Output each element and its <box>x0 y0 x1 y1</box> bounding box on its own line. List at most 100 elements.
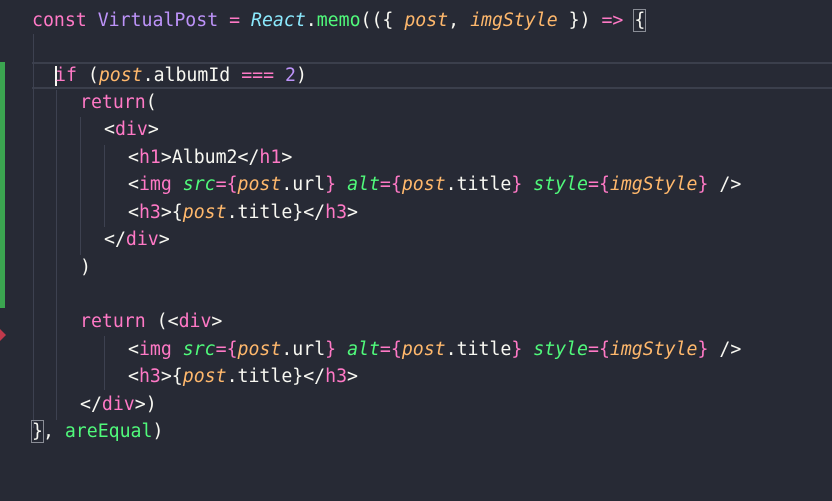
punctuation: . <box>305 10 317 31</box>
punctuation: ={ <box>588 339 610 360</box>
code-line-6: <h1>Album2</h1> <box>0 144 832 172</box>
tag: h3 <box>138 202 161 223</box>
code-line-7: <img src={post.url} alt={post.title} sty… <box>0 171 832 199</box>
tag: div <box>114 119 148 140</box>
tag: h1 <box>138 147 161 168</box>
property: .title <box>226 366 293 387</box>
code-line-1: const VirtualPost = React.memo(({ post, … <box>0 7 832 35</box>
punctuation: > <box>158 229 170 250</box>
tag: img <box>138 339 172 360</box>
param: post <box>404 10 449 31</box>
punctuation: }</ <box>292 202 326 223</box>
text: >Album2</ <box>160 147 260 168</box>
property: .url <box>281 174 326 195</box>
punctuation: } <box>697 339 709 360</box>
punctuation: ={ <box>379 174 402 195</box>
punctuation: ( <box>145 92 157 113</box>
punctuation: } <box>511 339 523 360</box>
punctuation: < <box>128 174 139 195</box>
punctuation: > <box>347 366 358 387</box>
param: post <box>237 174 282 195</box>
punctuation: > <box>347 202 358 223</box>
attribute: style <box>533 174 588 195</box>
tag: div <box>178 311 212 332</box>
code-line-4: return( <box>0 89 832 117</box>
property: .albumId <box>142 65 231 86</box>
punctuation: ={ <box>588 174 610 195</box>
tag: div <box>125 229 159 250</box>
punctuation: ={ <box>215 174 238 195</box>
identifier: areEqual <box>64 421 153 442</box>
punctuation: > <box>147 119 159 140</box>
punctuation: } <box>325 339 337 360</box>
param: post <box>182 366 227 387</box>
punctuation: }</ <box>292 366 326 387</box>
param: imgStyle <box>609 174 698 195</box>
code-line-16: }, areEqual) <box>0 418 832 446</box>
punctuation: < <box>128 366 139 387</box>
attribute: src <box>182 339 216 360</box>
operator: => <box>601 10 624 31</box>
punctuation: >{ <box>160 202 183 223</box>
punctuation: ={ <box>215 339 238 360</box>
param: post <box>237 339 282 360</box>
code-line-14: <h3>{post.title}</h3> <box>0 363 832 391</box>
code-line-8: <h3>{post.title}</h3> <box>0 199 832 227</box>
punctuation: } <box>325 174 337 195</box>
matching-bracket: } <box>31 420 44 443</box>
punctuation: (({ <box>360 10 394 31</box>
keyword: return <box>80 92 146 113</box>
punctuation: } <box>511 174 523 195</box>
code-line-5: <div> <box>0 116 832 144</box>
property: .title <box>445 174 512 195</box>
param: post <box>182 202 227 223</box>
punctuation: < <box>104 119 115 140</box>
punctuation: < <box>128 147 139 168</box>
code-line-15: </div>) <box>0 391 832 419</box>
punctuation: , <box>448 10 460 31</box>
tag: h3 <box>325 202 348 223</box>
keyword: if <box>55 65 77 86</box>
code-line-13: <img src={post.url} alt={post.title} sty… <box>0 336 832 364</box>
tag: div <box>101 394 135 415</box>
identifier: React <box>251 10 306 31</box>
punctuation: } <box>697 174 709 195</box>
code-line-9: </div> <box>0 226 832 254</box>
code-line-12: return (<div> <box>0 308 832 336</box>
param: post <box>401 174 446 195</box>
matching-bracket: { <box>633 9 647 32</box>
punctuation: < <box>128 202 139 223</box>
punctuation: </ <box>104 229 126 250</box>
operator: === <box>241 65 275 86</box>
punctuation: ={ <box>379 339 402 360</box>
keyword: const <box>32 10 87 31</box>
operator: = <box>229 10 241 31</box>
param: imgStyle <box>609 339 698 360</box>
punctuation: > <box>211 311 223 332</box>
code-line-10: ) <box>0 254 832 282</box>
property: .url <box>281 339 326 360</box>
identifier: VirtualPost <box>97 10 219 31</box>
punctuation: ) <box>152 421 164 442</box>
tag: h3 <box>325 366 348 387</box>
tag: h3 <box>138 366 161 387</box>
param: imgStyle <box>470 10 558 31</box>
keyword: return <box>80 311 146 332</box>
punctuation: ( <box>87 65 99 86</box>
attribute: alt <box>347 339 380 360</box>
code-editor[interactable]: const VirtualPost = React.memo(({ post, … <box>0 0 832 461</box>
method: memo <box>316 10 361 31</box>
punctuation: < <box>128 339 139 360</box>
punctuation: > <box>281 147 293 168</box>
property: .title <box>226 202 293 223</box>
property: .title <box>445 339 512 360</box>
punctuation: ) <box>295 65 307 86</box>
attribute: style <box>533 339 588 360</box>
punctuation: >) <box>134 394 157 415</box>
attribute: alt <box>347 174 380 195</box>
punctuation: >{ <box>160 366 183 387</box>
tag: h1 <box>259 147 282 168</box>
number: 2 <box>285 65 296 86</box>
tag: img <box>138 174 172 195</box>
punctuation: /> <box>719 339 742 360</box>
